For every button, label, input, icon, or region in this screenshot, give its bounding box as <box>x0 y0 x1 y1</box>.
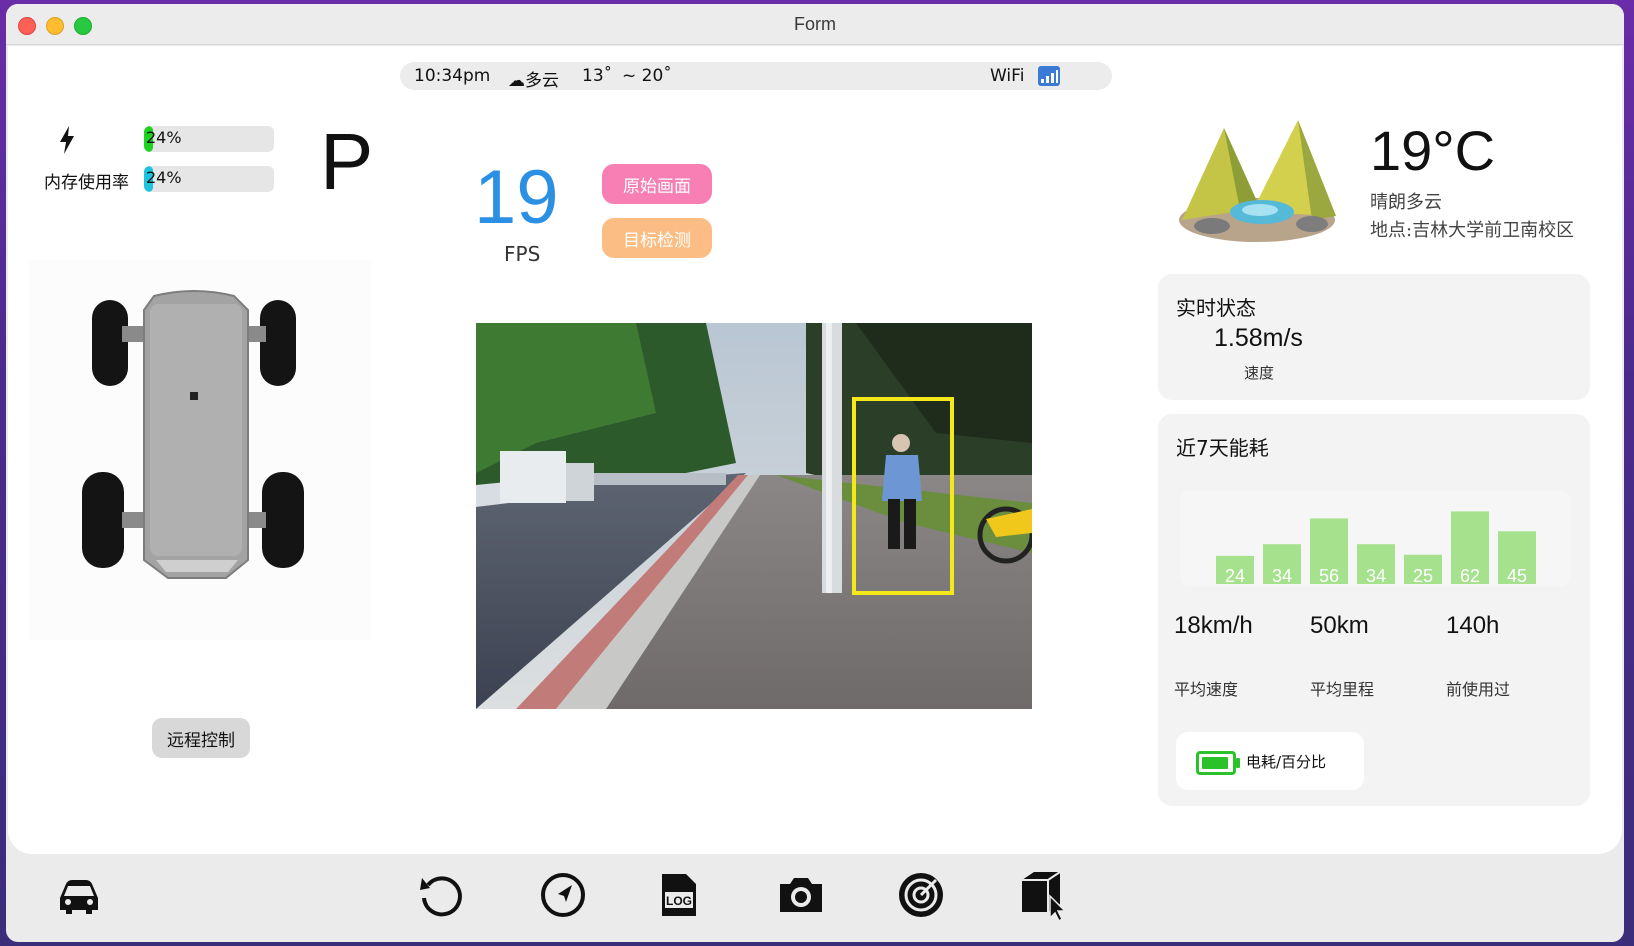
status-time: 10:34pm <box>414 66 491 86</box>
energy-bar-label-1: 24 <box>1225 566 1245 586</box>
bottom-toolbar: LOG <box>6 854 1624 942</box>
battery-usage-label: 电耗/百分比 <box>1246 753 1327 771</box>
battery-bar: 24% <box>144 126 274 152</box>
log-file-icon[interactable]: LOG <box>652 868 706 922</box>
status-bar: 10:34pm ☁多云 13˚ ~ 20˚ WiFi <box>400 62 1112 91</box>
app-window: Form 10:34pm ☁多云 13˚ ~ 20˚ WiFi 24% 内存使用… <box>6 4 1624 942</box>
status-wifi-label: WiFi <box>990 66 1025 86</box>
vehicle-top-view <box>30 260 370 640</box>
energy-bar-chart: 24 34 56 34 25 62 45 <box>1180 490 1570 586</box>
weather-scenery-icon <box>1172 116 1342 246</box>
fps-label: FPS <box>504 242 541 266</box>
battery-usage-chip[interactable]: 电耗/百分比 <box>1176 732 1364 790</box>
energy-chart-svg: 24 34 56 34 25 62 45 <box>1216 511 1536 586</box>
refresh-icon[interactable] <box>414 868 468 922</box>
weather-location: 地点:吉林大学前卫南校区 <box>1370 220 1575 241</box>
car-icon[interactable] <box>52 868 106 922</box>
realtime-status-card: 实时状态 1.58m/s 速度 <box>1158 274 1590 400</box>
memory-percent: 24% <box>146 168 182 187</box>
main-panel: 10:34pm ☁多云 13˚ ~ 20˚ WiFi 24% 内存使用率 24%… <box>8 46 1622 854</box>
svg-text:LOG: LOG <box>666 894 692 908</box>
avg-distance-value: 50km <box>1310 612 1369 639</box>
object-detection-button[interactable]: 目标检测 <box>602 218 712 258</box>
weather-condition: 晴朗多云 <box>1370 192 1442 213</box>
camera-feed <box>476 323 1032 709</box>
memory-usage-label: 内存使用率 <box>44 173 129 193</box>
battery-percent: 24% <box>146 128 182 147</box>
power-bolt-icon <box>58 126 76 161</box>
energy-bar-label-7: 45 <box>1507 566 1527 586</box>
street-scene-image <box>476 323 1032 709</box>
energy-bar-label-2: 34 <box>1272 566 1292 586</box>
realtime-status-title: 实时状态 <box>1176 296 1256 320</box>
realtime-speed-value: 1.58m/s <box>1214 324 1303 352</box>
camera-icon[interactable] <box>774 868 828 922</box>
avg-speed-value: 18km/h <box>1174 612 1253 639</box>
title-bar: Form <box>6 4 1624 45</box>
remote-control-button[interactable]: 远程控制 <box>152 718 250 758</box>
box-cursor-icon[interactable] <box>1016 868 1070 923</box>
battery-icon <box>1196 751 1240 775</box>
realtime-speed-label: 速度 <box>1244 364 1275 382</box>
usage-hours-value: 140h <box>1446 612 1500 639</box>
window-title: Form <box>794 14 836 34</box>
energy-bar-label-3: 56 <box>1319 566 1339 586</box>
gear-indicator: P <box>320 117 374 206</box>
avg-distance-label: 平均里程 <box>1310 680 1375 699</box>
original-view-button[interactable]: 原始画面 <box>602 164 712 204</box>
vehicle-illustration <box>82 290 304 579</box>
wifi-signal-icon <box>1038 66 1060 86</box>
navigation-icon[interactable] <box>536 868 590 922</box>
energy-title: 近7天能耗 <box>1176 436 1269 460</box>
energy-bar-label-6: 62 <box>1460 566 1480 586</box>
avg-speed-label: 平均速度 <box>1174 680 1239 699</box>
weather-temperature: 19°C <box>1370 119 1496 182</box>
memory-bar: 24% <box>144 166 274 192</box>
status-temp-low: 13˚ <box>582 66 613 86</box>
radar-icon[interactable] <box>894 868 948 922</box>
energy-card: 近7天能耗 24 34 56 34 25 62 45 18km/h 50km 140h 平均… <box>1158 414 1590 806</box>
fps-value: 19 <box>474 155 559 240</box>
energy-bar-label-5: 25 <box>1413 566 1433 586</box>
usage-hours-label: 前使用过 <box>1446 680 1511 699</box>
status-temp-high: ~ 20˚ <box>622 66 672 86</box>
energy-bar-label-4: 34 <box>1366 566 1386 586</box>
status-weather: ☁多云 <box>508 71 559 91</box>
